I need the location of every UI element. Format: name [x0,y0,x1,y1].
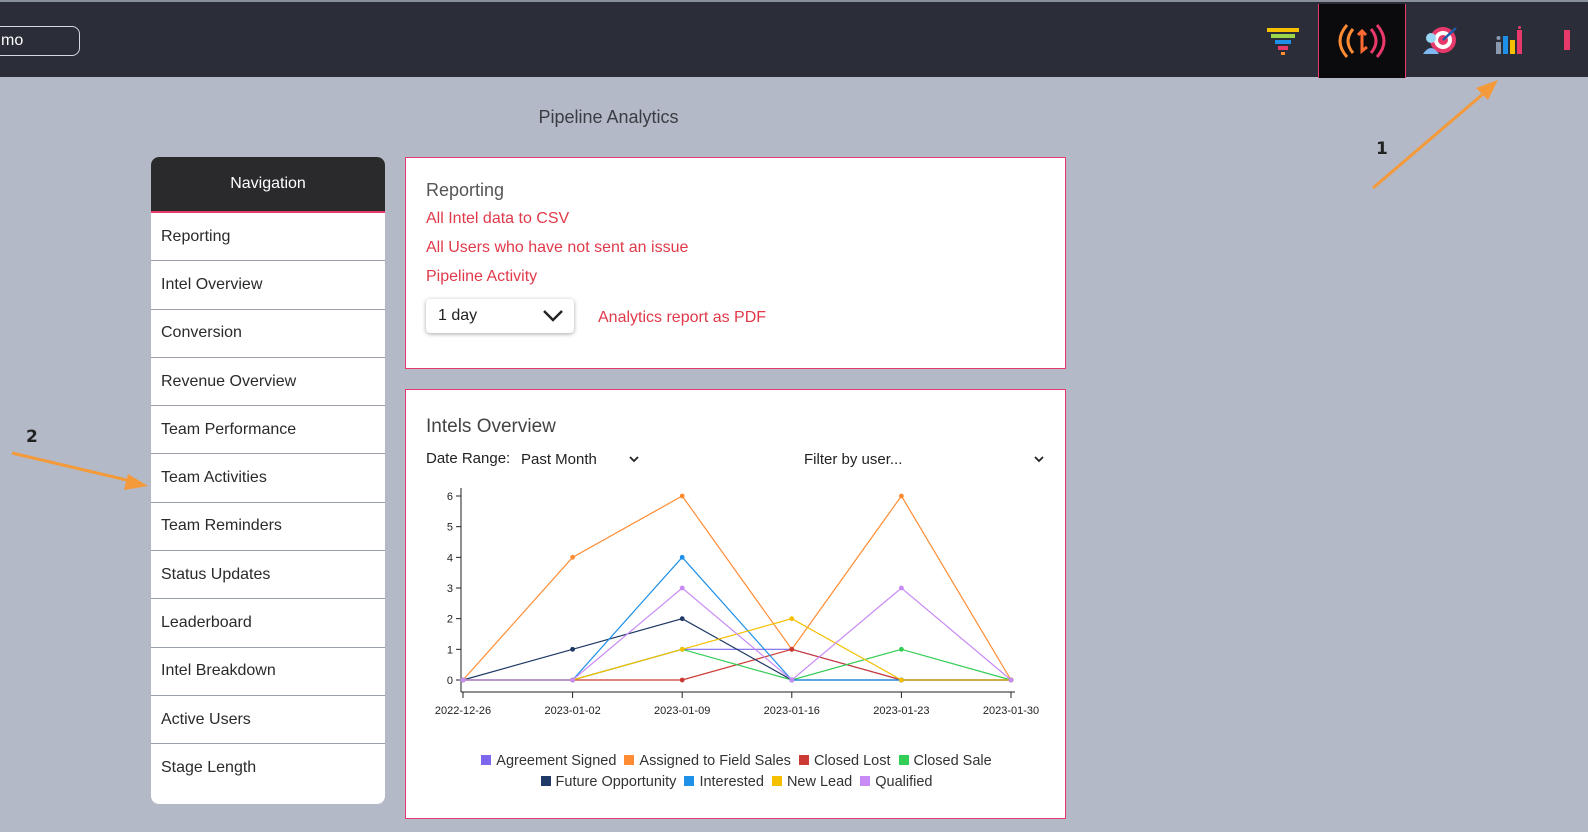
annotation-number-2: 2 [26,427,38,447]
annotation-number-1: 1 [1376,139,1388,159]
annotation-overlay [11,80,1498,490]
